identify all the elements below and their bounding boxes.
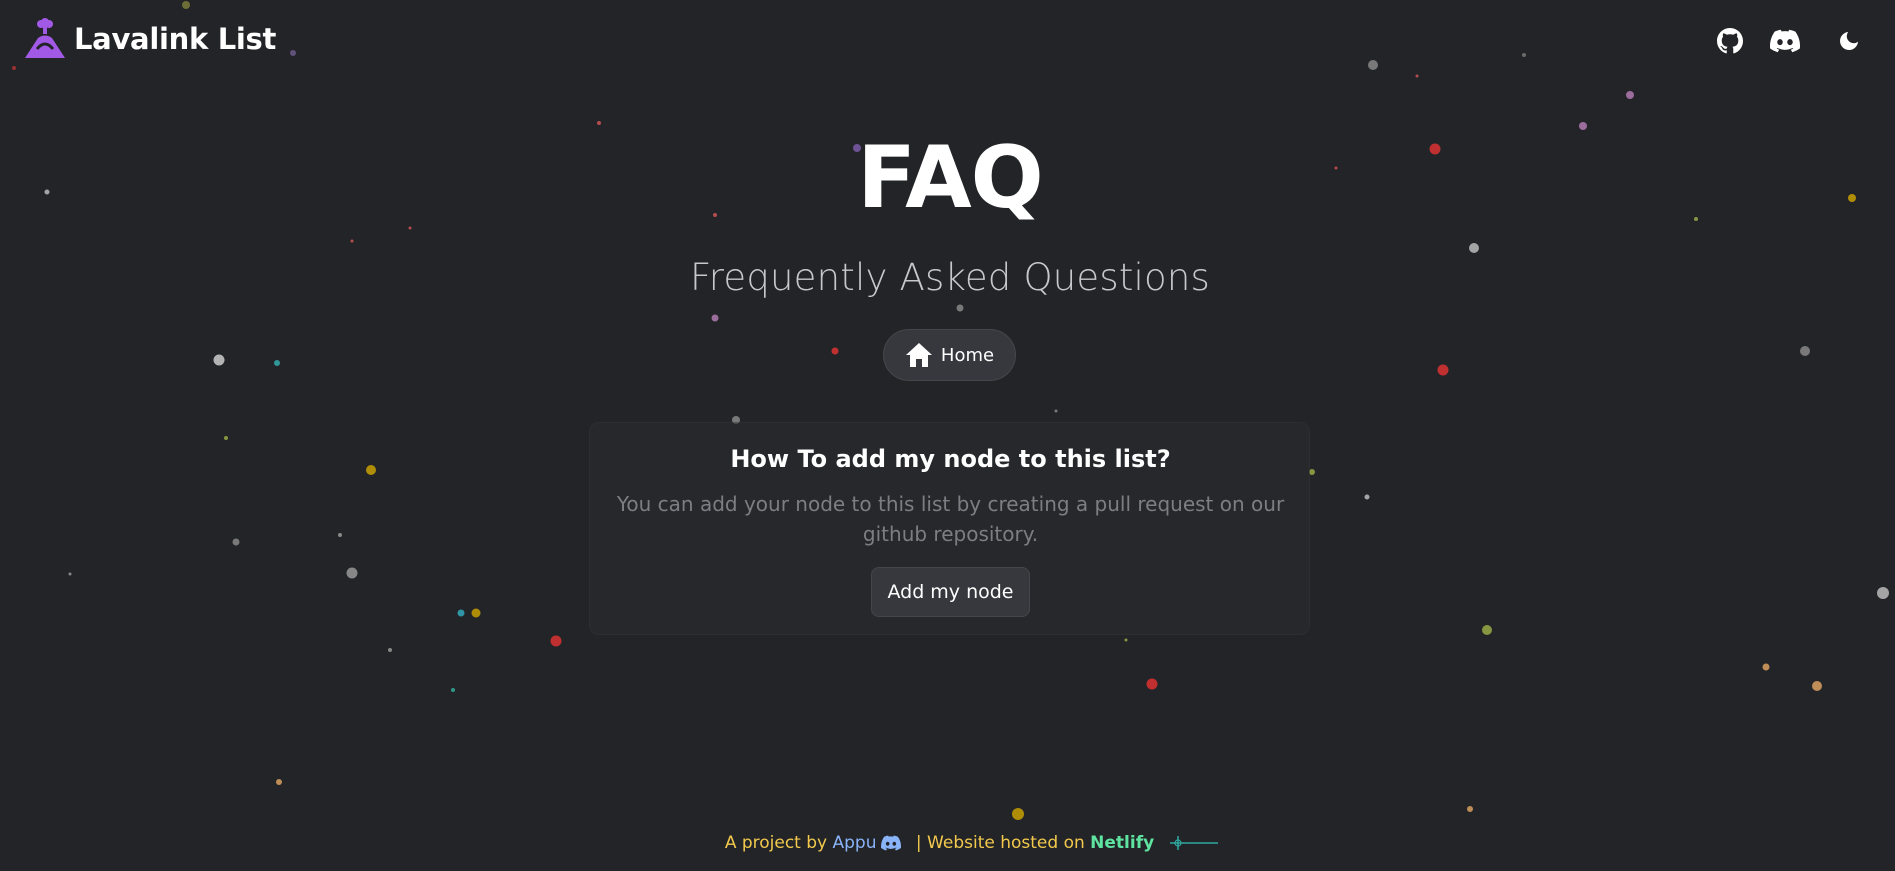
netlify-logo-icon (1170, 836, 1219, 850)
particle-dot (213, 354, 225, 366)
particle-dot (1812, 681, 1822, 691)
particle-dot (346, 567, 358, 579)
particle-dot (597, 121, 601, 125)
faq-answer: You can add your node to this list by cr… (616, 492, 1285, 546)
page-title: FAQ (857, 128, 1044, 228)
particle-dot (1124, 638, 1128, 642)
add-my-node-button[interactable]: Add my node (871, 567, 1030, 617)
particle-dot (1012, 808, 1024, 820)
particle-dot (366, 465, 376, 475)
github-icon (1717, 28, 1743, 54)
brand-link[interactable]: Lavalink List (24, 18, 276, 60)
particle-dot (550, 635, 562, 647)
author-link[interactable]: Appu (833, 833, 877, 853)
particle-dot (68, 572, 72, 576)
particle-dot (1800, 346, 1810, 356)
home-icon (905, 343, 932, 367)
netlify-link[interactable]: Netlify (1090, 833, 1154, 853)
volcano-logo-icon (25, 18, 65, 58)
particle-dot (338, 533, 342, 537)
particle-dot (711, 314, 719, 322)
moon-icon (1840, 32, 1858, 50)
discord-link[interactable] (1768, 26, 1802, 56)
particle-dot (1437, 364, 1449, 376)
particle-dot (1469, 243, 1479, 253)
particle-dot (1467, 806, 1473, 812)
particle-dot (451, 688, 455, 692)
particle-dot (388, 648, 392, 652)
particle-dot (1364, 494, 1370, 500)
navbar: Lavalink List (0, 0, 1895, 82)
particle-dot (1054, 409, 1058, 413)
particle-dot (1626, 91, 1634, 99)
particle-dot (224, 436, 228, 440)
footer-middle: | Website hosted on (910, 833, 1091, 853)
brand-name: Lavalink List (74, 22, 277, 56)
footer-prefix: A project by (724, 833, 833, 853)
particle-dot (276, 779, 282, 785)
page-subtitle: Frequently Asked Questions (689, 256, 1211, 299)
particle-dot (956, 304, 964, 312)
particle-dot (274, 360, 280, 366)
particle-dot (471, 608, 481, 618)
theme-toggle[interactable] (1834, 26, 1864, 56)
particle-dot (1482, 625, 1492, 635)
particle-dot (1877, 587, 1889, 599)
particle-dot (831, 347, 839, 355)
particle-dot (1146, 678, 1158, 690)
home-button-label: Home (940, 344, 995, 366)
github-link[interactable] (1715, 26, 1745, 56)
particle-dot (350, 239, 354, 243)
particle-dot (232, 538, 240, 546)
discord-icon (880, 835, 901, 851)
discord-icon (1770, 29, 1800, 53)
particle-dot (1762, 663, 1770, 671)
home-button[interactable]: Home (883, 329, 1016, 381)
faq-question: How To add my node to this list? (730, 445, 1171, 473)
faq-card: How To add my node to this list? You can… (589, 422, 1310, 635)
footer: A project by Appu | Website hosted on Ne… (0, 829, 1895, 857)
particle-dot (457, 609, 465, 617)
